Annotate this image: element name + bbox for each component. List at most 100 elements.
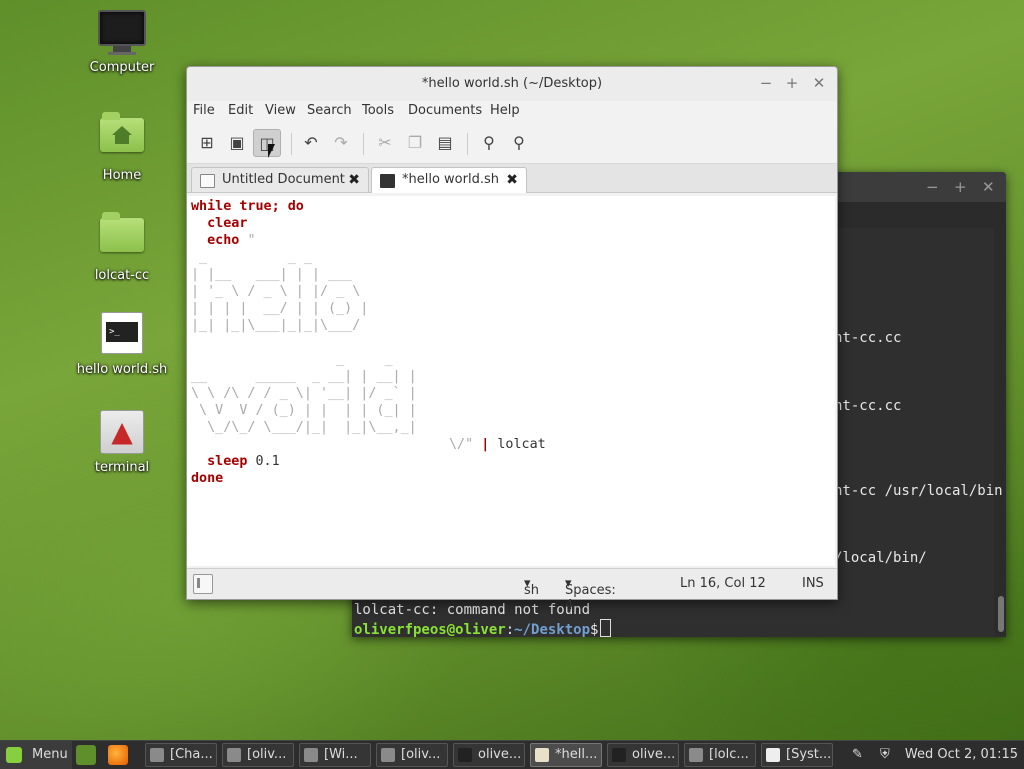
prompt-user: oliverfpeos@oliver	[354, 622, 506, 638]
document-tabs: Untitled Document ✖ *hello world.sh ✖	[187, 164, 837, 193]
app-icon	[304, 748, 318, 762]
taskbar-item[interactable]: [oliv...	[376, 743, 448, 767]
code-string: \/"	[448, 437, 474, 452]
close-icon[interactable]: ✕	[810, 74, 828, 92]
menu-help[interactable]: Help	[490, 103, 520, 118]
browser-icon	[689, 748, 703, 762]
terminal-scrollbar[interactable]	[998, 596, 1004, 632]
copy-icon[interactable]: ❐	[401, 129, 429, 157]
toolbar-separator	[467, 133, 468, 155]
tab-hello-world[interactable]: *hello world.sh ✖	[371, 167, 527, 193]
taskbar-item[interactable]: [Wi...	[299, 743, 371, 767]
taskbar-item[interactable]: [Cha...	[145, 743, 217, 767]
tab-label: Untitled Document	[222, 172, 345, 187]
minimize-icon[interactable]: −	[926, 178, 939, 196]
open-icon[interactable]: ▣	[223, 129, 251, 157]
terminal-icon	[227, 748, 241, 762]
indent-selector[interactable]: Spaces: 4 ▾	[565, 576, 616, 613]
tab-untitled-document[interactable]: Untitled Document ✖	[191, 167, 369, 192]
task-label: olive...	[632, 747, 676, 762]
editor-titlebar[interactable]: *hello world.sh (~/Desktop) − + ✕	[187, 67, 837, 101]
menu-tools[interactable]: Tools	[362, 103, 394, 118]
desktop-icon-computer[interactable]: Computer	[72, 10, 172, 75]
save-icon[interactable]: ◫	[253, 129, 281, 157]
close-tab-icon[interactable]: ✖	[348, 168, 360, 192]
desktop-icon-label: terminal	[94, 460, 150, 475]
side-panel-toggle-icon[interactable]	[193, 574, 213, 594]
taskbar-item[interactable]: [lolc...	[684, 743, 756, 767]
menu-bar: File Edit View Search Tools Documents He…	[187, 101, 837, 123]
paste-icon[interactable]: ▤	[431, 129, 459, 157]
code-editor[interactable]: while true; do clear echo " _ _ _ | |__ …	[187, 196, 835, 566]
home-folder-icon	[98, 112, 146, 162]
desktop-icon-hello-world[interactable]: >_ hello world.sh	[72, 310, 172, 377]
rocket-icon: ▲	[98, 410, 146, 454]
desktop-icon-lolcat-cc[interactable]: lolcat-cc	[72, 212, 172, 283]
taskbar-item[interactable]: olive...	[453, 743, 525, 767]
terminal-prompt[interactable]: oliverfpeos@oliver:~/Desktop$	[354, 619, 612, 638]
desktop-icon-label: hello world.sh	[76, 362, 168, 377]
menu-documents[interactable]: Documents	[408, 103, 482, 118]
code-keyword: done	[191, 471, 224, 486]
close-tab-icon[interactable]: ✖	[506, 168, 518, 192]
desktop-icon-label: Computer	[89, 60, 155, 75]
text-editor-window[interactable]: *hello world.sh (~/Desktop) − + ✕ File E…	[186, 66, 838, 613]
cut-icon[interactable]: ✂	[371, 129, 399, 157]
terminal-line: /local/bin/	[834, 550, 927, 566]
find-icon[interactable]: ⚲	[475, 129, 503, 157]
menu-edit[interactable]: Edit	[228, 103, 253, 118]
document-icon	[200, 174, 215, 188]
terminal-line: nt-cc /usr/local/bin	[834, 483, 1003, 499]
task-label: [oliv...	[247, 747, 287, 762]
desktop-icon-label: Home	[102, 168, 142, 183]
mint-logo-icon	[6, 747, 22, 763]
desktop-icon-home[interactable]: Home	[72, 112, 172, 183]
window-title: *hello world.sh (~/Desktop)	[421, 76, 603, 91]
taskbar-item[interactable]: [Syst...	[761, 743, 833, 767]
shield-icon[interactable]: ⛨	[880, 747, 890, 762]
prompt-separator: :	[505, 622, 515, 638]
code-keyword: clear	[207, 216, 248, 231]
undo-icon[interactable]: ↶	[297, 129, 325, 157]
system-icon	[766, 748, 780, 762]
language-selector[interactable]: sh ▾	[524, 576, 539, 598]
new-document-icon[interactable]: ⊞	[193, 129, 221, 157]
status-bar: sh ▾ Spaces: 4 ▾ Ln 16, Col 12 INS	[187, 568, 837, 613]
taskbar: Menu [Cha... [oliv... [Wi... [oliv... ol…	[0, 740, 1024, 769]
taskbar-item[interactable]: [oliv...	[222, 743, 294, 767]
minimize-icon[interactable]: −	[757, 74, 775, 92]
clock[interactable]: Wed Oct 2, 01:15	[905, 747, 1018, 762]
desktop-icon-terminal[interactable]: ▲ terminal	[72, 410, 172, 475]
show-desktop-icon[interactable]	[76, 745, 96, 765]
code-command: lolcat	[497, 437, 546, 452]
task-label: olive...	[478, 747, 522, 762]
insert-mode: INS	[802, 576, 824, 591]
tab-label: *hello world.sh	[402, 172, 499, 187]
code-keyword: sleep	[207, 454, 248, 469]
menu-view[interactable]: View	[265, 103, 296, 118]
close-icon[interactable]: ✕	[982, 178, 995, 196]
terminal-line: nt-cc.cc	[834, 330, 902, 346]
shell-script-icon: >_	[98, 312, 146, 356]
code-keyword: while true; do	[191, 199, 304, 214]
menu-search[interactable]: Search	[307, 103, 352, 118]
maximize-icon[interactable]: +	[783, 74, 801, 92]
taskbar-item[interactable]: olive...	[607, 743, 679, 767]
start-menu-button[interactable]: Menu	[0, 741, 72, 769]
maximize-icon[interactable]: +	[954, 178, 967, 196]
find-replace-icon[interactable]: ⚲	[505, 129, 533, 157]
task-label: [Cha...	[170, 747, 213, 762]
code-text: while true; do clear echo " _ _ _ | |__ …	[191, 198, 546, 487]
browser-icon	[150, 748, 164, 762]
menu-file[interactable]: File	[193, 103, 215, 118]
terminal-icon	[381, 748, 395, 762]
network-icon[interactable]: ✎	[852, 747, 863, 762]
prompt-symbol: $	[590, 622, 599, 638]
redo-icon[interactable]: ↷	[327, 129, 355, 157]
terminal-icon	[458, 748, 472, 762]
task-label: *hell...	[555, 747, 598, 762]
folder-icon	[98, 212, 146, 262]
taskbar-item-active[interactable]: *hell...	[530, 743, 602, 767]
firefox-icon[interactable]	[108, 745, 128, 765]
toolbar: ⊞ ▣ ◫ ↶ ↷ ✂ ❐ ▤ ⚲ ⚲	[187, 123, 837, 164]
